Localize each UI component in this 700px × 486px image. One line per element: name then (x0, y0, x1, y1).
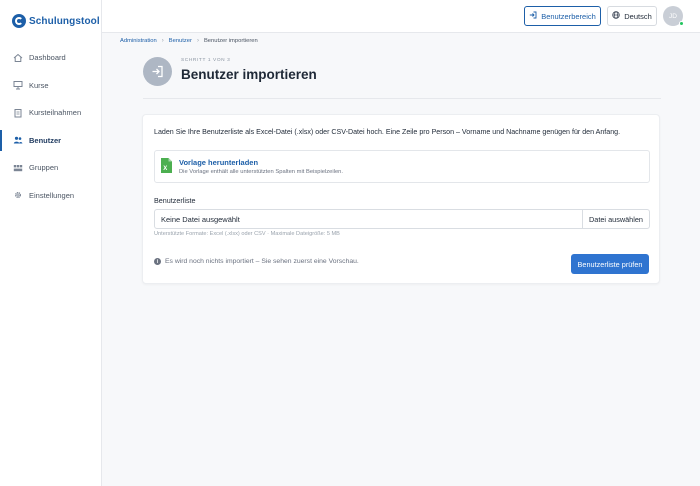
info-icon: i (154, 258, 161, 265)
sidebar: Schulungstool Dashboard Kurse Kursteilna… (0, 0, 102, 486)
language-label: Deutsch (624, 11, 652, 21)
intro-text: Laden Sie Ihre Benutzerliste als Excel-D… (154, 128, 621, 136)
user-area-button[interactable]: Benutzerbereich (524, 6, 601, 26)
globe-icon (612, 11, 620, 21)
sidebar-item-label: Dashboard (29, 53, 66, 63)
breadcrumb-item-benutzer[interactable]: Benutzer (169, 38, 192, 44)
file-format-hint: Unterstützte Formate: Excel (.xlsx) oder… (154, 231, 340, 237)
file-upload-field[interactable]: Keine Datei ausgewählt Datei auswählen (154, 209, 650, 229)
breadcrumb: Administration › Benutzer › Benutzer imp… (120, 38, 258, 44)
template-download-link[interactable]: Vorlage herunterladen (179, 158, 258, 167)
template-description: Die Vorlage enthält alle unterstützten S… (179, 169, 344, 175)
sidebar-item-label: Benutzer (29, 135, 62, 145)
sidebar-item-gruppen[interactable]: Gruppen (0, 154, 102, 182)
file-name-display[interactable]: Keine Datei ausgewählt (155, 210, 582, 228)
sidebar-item-dashboard[interactable]: Dashboard (0, 44, 102, 72)
page-title: Benutzer importieren (181, 67, 317, 82)
sidebar-item-label: Kursteilnahmen (29, 108, 82, 118)
avatar-initials: JD (669, 12, 677, 20)
chevron-right-icon: › (161, 38, 164, 44)
preview-notice: i Es wird noch nichts importiert – Sie s… (154, 258, 359, 265)
clipboard-icon (13, 108, 23, 118)
groups-icon (13, 163, 23, 173)
user-area-label: Benutzerbereich (541, 11, 596, 21)
breadcrumb-item-administration[interactable]: Administration (120, 38, 157, 44)
svg-text:X: X (163, 166, 167, 172)
template-download-box[interactable]: X Vorlage herunterladen Die Vorlage enth… (154, 150, 650, 183)
sidebar-nav: Dashboard Kurse Kursteilnahmen Benutzer … (0, 44, 102, 209)
topbar: Benutzerbereich Deutsch JD (102, 0, 700, 33)
import-icon (143, 57, 172, 86)
check-list-button[interactable]: Benutzerliste prüfen (571, 254, 649, 274)
users-icon (13, 135, 23, 145)
sidebar-item-einstellungen[interactable]: Einstellungen (0, 182, 102, 210)
chevron-right-icon: › (196, 38, 199, 44)
file-field-label: Benutzerliste (154, 196, 196, 205)
preview-notice-text: Es wird noch nichts importiert – Sie seh… (165, 258, 359, 265)
excel-file-icon: X (161, 158, 172, 173)
step-indicator: SCHRITT 1 VON 3 (181, 58, 231, 63)
sidebar-item-kurse[interactable]: Kurse (0, 72, 102, 100)
home-icon (13, 53, 23, 63)
sidebar-item-kursteilnahmen[interactable]: Kursteilnahmen (0, 99, 102, 127)
import-card: Laden Sie Ihre Benutzerliste als Excel-D… (142, 114, 660, 284)
gear-icon (13, 190, 23, 200)
avatar[interactable]: JD (663, 6, 684, 26)
sidebar-item-label: Kurse (29, 80, 49, 90)
exit-arrow-icon (529, 11, 537, 21)
presentation-icon (13, 80, 23, 90)
header-divider (143, 98, 661, 99)
logo-icon (12, 14, 26, 28)
app-logo[interactable]: Schulungstool (12, 14, 100, 28)
choose-file-button[interactable]: Datei auswählen (582, 210, 649, 228)
logo-text: Schulungstool (29, 15, 100, 27)
online-status-dot (679, 21, 684, 26)
breadcrumb-item-current: Benutzer importieren (203, 38, 258, 44)
sidebar-item-label: Einstellungen (29, 190, 75, 200)
sidebar-item-label: Gruppen (29, 163, 59, 173)
sidebar-item-benutzer[interactable]: Benutzer (0, 127, 102, 155)
language-switcher[interactable]: Deutsch (607, 6, 657, 26)
